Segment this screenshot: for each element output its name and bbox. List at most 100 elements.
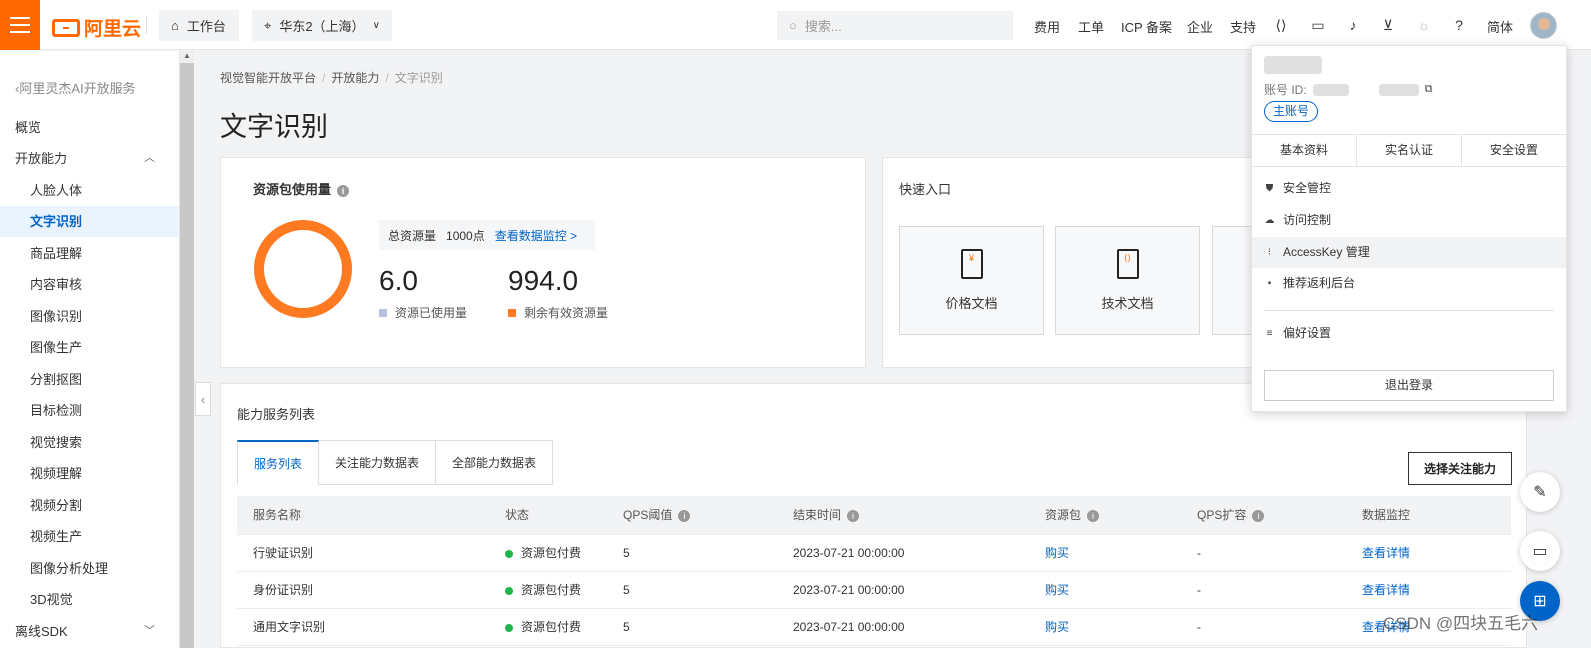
terminal-icon[interactable]: ▭ [1309,16,1327,34]
used-value: 6.0 [379,265,418,296]
pricing-doc-tile[interactable]: ¥ 价格文档 [899,226,1044,335]
breadcrumb-item[interactable]: 开放能力 [331,71,379,85]
info-icon[interactable]: i [678,509,691,522]
tech-doc-tile[interactable]: ⟨⟩ 技术文档 [1055,226,1200,335]
quick-entry-title: 快速入口 [899,182,952,197]
sidebar-item-detection[interactable]: 目标检测 [0,395,179,426]
search-icon: ○ [789,18,797,33]
bell-icon[interactable]: ♪ [1344,16,1362,34]
sidebar-group-offline-sdk[interactable]: 离线SDK ﹀ [0,616,179,647]
view-details-link[interactable]: 查看详情 [1362,572,1410,609]
logout-button[interactable]: 退出登录 [1264,370,1554,401]
sidebar-group-open-capability[interactable]: 开放能力 ︿ [0,143,179,174]
status-text: 资源包付费 [521,546,582,560]
col-package: 资源包 i [1045,496,1100,535]
sidebar-scrollbar[interactable] [180,51,194,648]
status-dot-icon [505,623,513,632]
tab-basic-info[interactable]: 基本资料 [1252,135,1357,166]
sidebar-item-goods[interactable]: 商品理解 [0,238,179,269]
tab-real-name[interactable]: 实名认证 [1357,135,1462,166]
help-icon[interactable]: ? [1450,16,1468,34]
sidebar-back-label: 阿里灵杰AI开放服务 [19,81,136,96]
logo-text: 阿里云 [84,19,142,40]
search-input[interactable]: ○ 搜索... [777,11,1013,40]
chevron-left-icon: ‹ [200,391,206,407]
scroll-up-arrow-icon[interactable]: ▲ [180,51,194,63]
info-icon[interactable]: i [1087,509,1100,522]
nav-support[interactable]: 支持 [1230,17,1256,36]
table-row: 通用文字识别 资源包付费 5 2023-07-21 00:00:00 购买 - … [237,609,1511,646]
workbench-button[interactable]: ⌂ 工作台 [159,10,239,41]
sidebar-item-overview[interactable]: 概览 [0,112,179,143]
col-name: 服务名称 [253,508,302,522]
copy-icon[interactable]: ⧉ [1425,83,1433,96]
tab-security-settings[interactable]: 安全设置 [1462,135,1566,166]
region-selector[interactable]: ⌖ 华东2（上海） ∨ [252,10,392,41]
sidebar-item-image-recognition[interactable]: 图像识别 [0,301,179,332]
sidebar-item-image-analysis[interactable]: 图像分析处理 [0,553,179,584]
menu-item-preferences[interactable]: ≡ 偏好设置 [1252,318,1566,349]
sidebar-back-link[interactable]: ‹阿里灵杰AI开放服务 [15,78,136,97]
menu-item-label: 安全管控 [1283,181,1332,195]
nav-enterprise[interactable]: 企业 [1187,17,1213,36]
buy-link[interactable]: 购买 [1045,535,1069,572]
blurred-username [1264,56,1322,74]
menu-item-access-control[interactable]: ☁ 访问控制 [1252,205,1566,236]
sidebar-item-3d-vision[interactable]: 3D视觉 [0,584,179,615]
tab-followed-data[interactable]: 关注能力数据表 [319,440,437,485]
nav-icp[interactable]: ICP 备案 [1121,17,1172,36]
menu-item-security-control[interactable]: ⛊ 安全管控 [1252,173,1566,204]
sliders-icon: ≡ [1266,328,1273,339]
menu-item-label: 偏好设置 [1283,326,1332,340]
tab-service-list[interactable]: 服务列表 [237,440,320,485]
info-icon[interactable]: i [847,509,860,522]
cart-icon[interactable]: ⊻ [1379,16,1397,34]
account-id-row: 账号 ID: ⧉ [1264,81,1433,98]
remaining-label: 剩余有效资源量 [524,306,609,320]
edit-float-button[interactable]: ✎ [1520,472,1560,512]
buy-link[interactable]: 购买 [1045,609,1069,646]
menu-item-accesskey[interactable]: ⁝ AccessKey 管理 [1252,237,1566,268]
sidebar-item-face-body[interactable]: 人脸人体 [0,175,179,206]
nav-tickets[interactable]: 工单 [1078,17,1104,36]
sidebar-item-image-production[interactable]: 图像生产 [0,332,179,363]
collapse-sidebar-button[interactable]: ‹ [195,382,211,416]
sidebar-item-moderation[interactable]: 内容审核 [0,269,179,300]
chevron-down-icon: ∨ [372,20,380,31]
avatar[interactable] [1530,12,1557,39]
menu-item-referral[interactable]: ▪ 推荐返利后台 [1252,268,1566,299]
chat-float-button[interactable]: ▭ [1520,531,1560,571]
breadcrumb-item[interactable]: 视觉智能开放平台 [220,71,316,85]
buy-link[interactable]: 购买 [1045,572,1069,609]
qps-value: 5 [623,620,630,634]
language-switch[interactable]: 简体 [1487,17,1513,36]
used-legend: 资源已使用量 [379,304,467,321]
aliyun-logo[interactable]: 阿里云 [52,14,141,41]
sidebar-item-video-understanding[interactable]: 视频理解 [0,458,179,489]
blurred-id [1312,83,1349,96]
sidebar-item-segmentation[interactable]: 分割抠图 [0,364,179,395]
col-package-label: 资源包 [1045,508,1082,522]
nav-billing[interactable]: 费用 [1034,17,1060,36]
lightbulb-icon[interactable]: ☼ [1415,16,1433,34]
more-tile[interactable] [1212,226,1252,335]
select-followed-button[interactable]: 选择关注能力 [1408,452,1512,485]
sidebar-item-video-segmentation[interactable]: 视频分割 [0,490,179,521]
code-icon[interactable]: ⟨⟩ [1272,16,1290,34]
pricing-doc-icon: ¥ [960,249,983,279]
breadcrumb-separator: / [322,71,326,85]
hamburger-menu-button[interactable] [0,0,40,50]
logo-icon [52,18,80,37]
usage-title-text: 资源包使用量 [253,182,332,197]
workbench-label: 工作台 [186,19,226,34]
sidebar-item-ocr[interactable]: 文字识别 [0,206,179,237]
view-details-link[interactable]: 查看详情 [1362,535,1410,572]
sidebar-item-video-production[interactable]: 视频生产 [0,521,179,552]
service-name: 身份证识别 [253,583,314,597]
info-icon[interactable]: i [337,184,350,197]
sidebar-item-visual-search[interactable]: 视觉搜索 [0,427,179,458]
tab-all-data[interactable]: 全部能力数据表 [436,440,554,485]
info-icon[interactable]: i [1252,509,1265,522]
sidebar-group-label: 开放能力 [15,151,68,166]
view-monitor-link[interactable]: 查看数据监控 > [495,227,577,244]
